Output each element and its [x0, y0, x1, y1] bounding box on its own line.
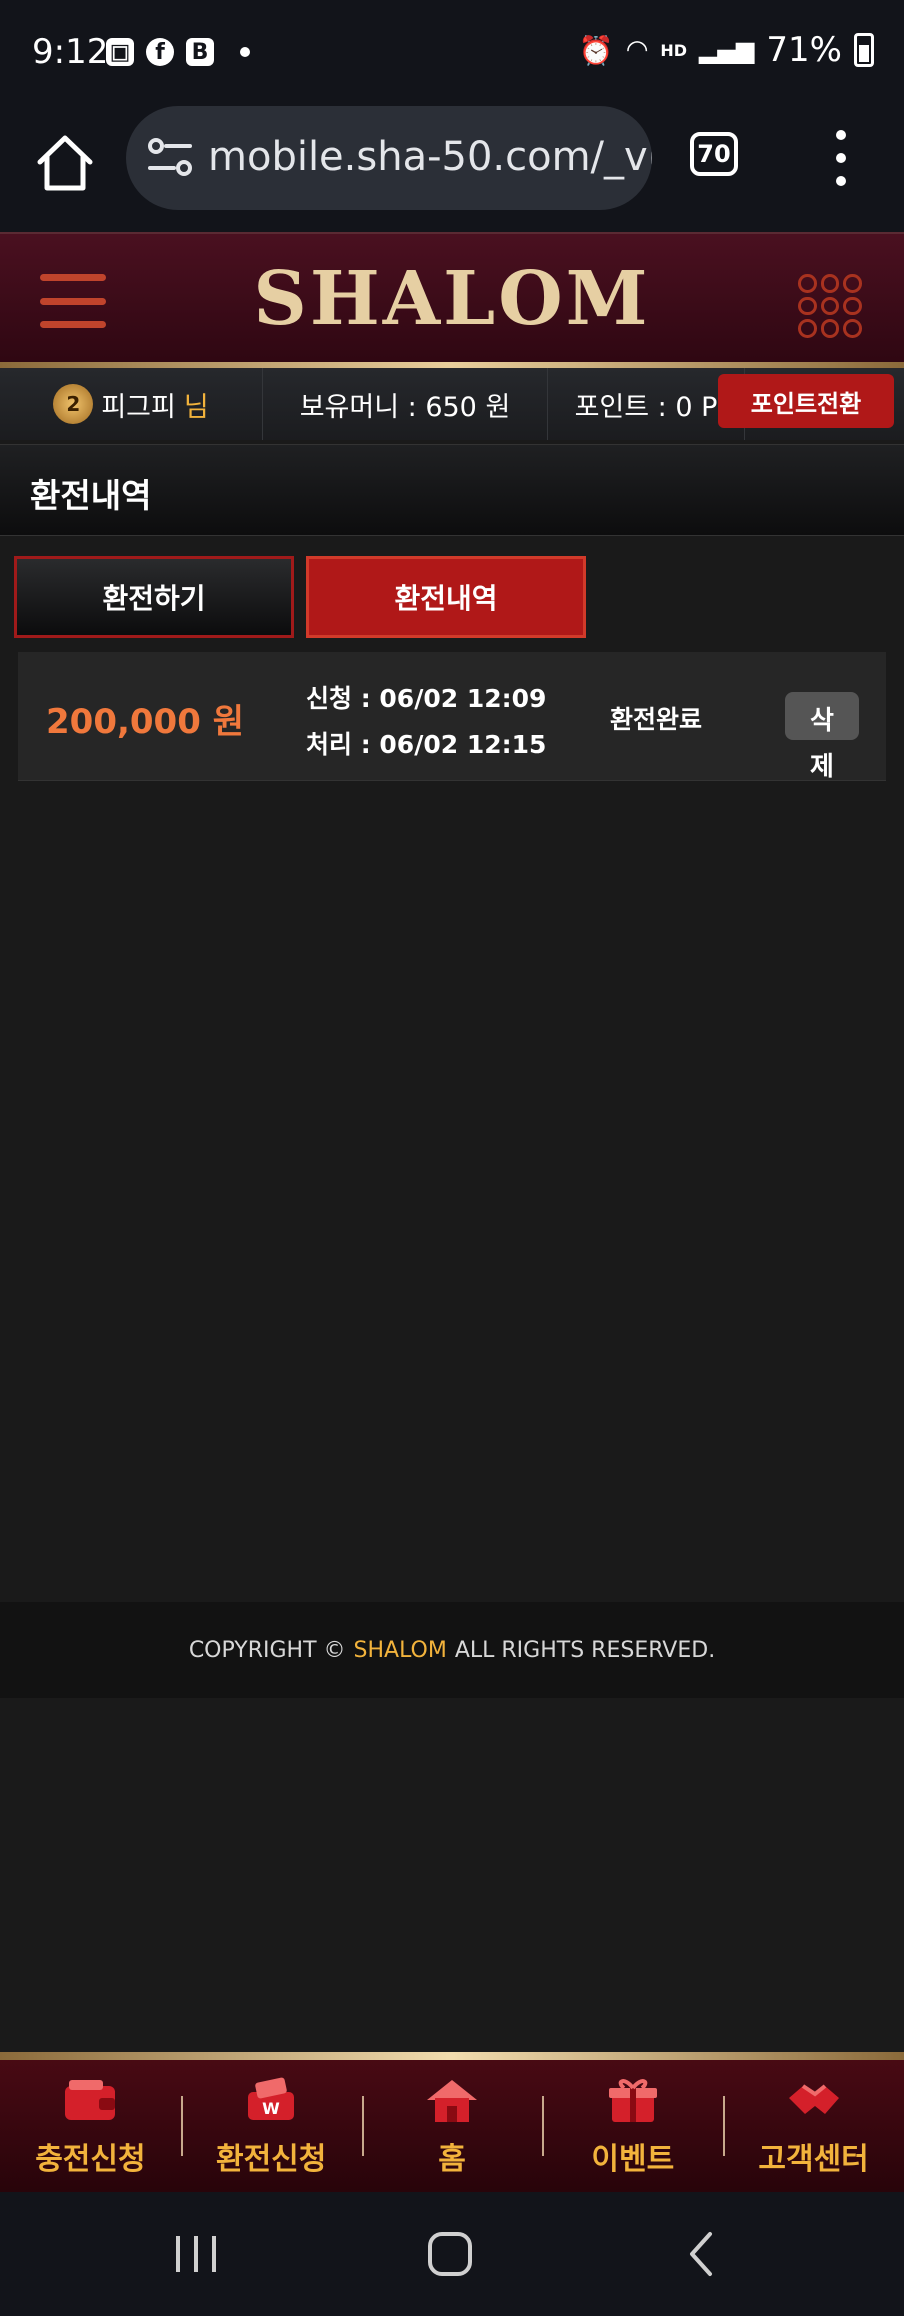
site-settings-icon[interactable] [148, 136, 192, 180]
b-app-icon: B [186, 38, 214, 66]
more-notifications-icon [240, 47, 250, 57]
browser-menu-icon[interactable] [826, 130, 856, 186]
status-badge: 환전완료 [610, 705, 703, 734]
table-row: 200,000 원 신청 : 06/02 12:09 처리 : 06/02 12… [18, 652, 886, 782]
tab-withdraw-history[interactable]: 환전내역 [306, 556, 586, 638]
site-logo[interactable]: SHALOM [0, 256, 904, 342]
battery-percent: 71% [766, 30, 842, 70]
point-convert-button[interactable]: 포인트전환 [718, 374, 894, 428]
system-indicators: ⏰ ◠ HD ▂▄▆ 71% [579, 30, 874, 70]
withdraw-icon: W [248, 2077, 295, 2120]
footer: COPYRIGHT © SHALOM ALL RIGHTS RESERVED. [0, 1602, 904, 1698]
back-icon[interactable] [672, 2230, 732, 2278]
nav-label[interactable]: 고객센터 [758, 2134, 868, 2178]
notification-icons: ▣ f B [106, 38, 250, 66]
alarm-icon: ⏰ [578, 33, 614, 67]
site-header: SHALOM [0, 232, 904, 370]
nav-label[interactable]: 환전신청 [216, 2134, 326, 2178]
grid-menu-icon[interactable] [798, 274, 862, 338]
battery-icon [854, 33, 874, 67]
tab-switcher-button[interactable]: 70 [690, 132, 738, 176]
nav-withdraw[interactable]: W 환전신청 [180, 2052, 362, 2192]
nav-label[interactable]: 홈 [438, 2134, 466, 2178]
home-button-icon[interactable] [420, 2230, 480, 2278]
user-name-cell: 2 피그피 님 [0, 368, 263, 440]
url-text[interactable]: mobile.sha-50.com/_vi [208, 134, 652, 180]
level-badge-icon: 2 [53, 384, 94, 424]
page-title-bar: 환전내역 [0, 444, 904, 536]
points-balance: 포인트 : 0 P [548, 368, 745, 440]
nav-label[interactable]: 이벤트 [591, 2134, 674, 2178]
browser-toolbar: mobile.sha-50.com/_vi 70 [0, 100, 904, 232]
gallery-icon: ▣ [106, 38, 134, 66]
svg-text:W: W [262, 2099, 280, 2118]
username: 피그피 [101, 391, 176, 423]
home-icon [426, 2080, 477, 2122]
wifi-icon: ◠ [625, 35, 649, 65]
home-icon[interactable] [32, 130, 98, 196]
copyright-suffix: ALL RIGHTS RESERVED. [454, 1637, 716, 1663]
wallet-icon [65, 2080, 116, 2120]
record-times: 신청 : 06/02 12:09 처리 : 06/02 12:15 [306, 676, 546, 768]
money-balance: 보유머니 : 650 원 [263, 368, 548, 440]
page-title: 환전내역 [30, 476, 152, 515]
tab-withdraw[interactable]: 환전하기 [14, 556, 294, 638]
username-honorific: 님 [183, 391, 209, 423]
requested-time: 신청 : 06/02 12:09 [306, 684, 547, 713]
android-navigation-bar [0, 2192, 904, 2316]
handshake-icon [788, 2084, 839, 2114]
hd-voice-icon: HD [660, 40, 688, 60]
withdraw-amount: 200,000 원 [46, 702, 244, 742]
bottom-navigation: 충전신청 W 환전신청 홈 이벤트 고객센터 [0, 2052, 904, 2192]
address-bar[interactable]: mobile.sha-50.com/_vi [126, 106, 652, 210]
nav-customer-center[interactable]: 고객센터 [723, 2052, 904, 2192]
recent-apps-icon[interactable] [166, 2230, 226, 2278]
copyright-brand: SHALOM [353, 1637, 447, 1663]
signal-icon: ▂▄▆ [699, 36, 755, 64]
facebook-icon: f [146, 38, 174, 66]
delete-label[interactable]: 삭제 [809, 698, 835, 790]
user-info-bar: 2 피그피 님 보유머니 : 650 원 포인트 : 0 P 포인트전환 [0, 368, 904, 440]
nav-label[interactable]: 충전신청 [35, 2134, 145, 2178]
processed-time: 처리 : 06/02 12:15 [306, 730, 547, 759]
status-time: 9:12 [32, 32, 109, 72]
nav-event[interactable]: 이벤트 [542, 2052, 723, 2192]
gift-icon [608, 2079, 657, 2122]
copyright-prefix: COPYRIGHT © [188, 1637, 346, 1663]
nav-deposit[interactable]: 충전신청 [0, 2052, 181, 2192]
status-bar: 9:12 ▣ f B ⏰ ◠ HD ▂▄▆ 71% [0, 0, 904, 100]
delete-button[interactable]: 삭제 [785, 692, 859, 782]
nav-home[interactable]: 홈 [361, 2052, 543, 2192]
